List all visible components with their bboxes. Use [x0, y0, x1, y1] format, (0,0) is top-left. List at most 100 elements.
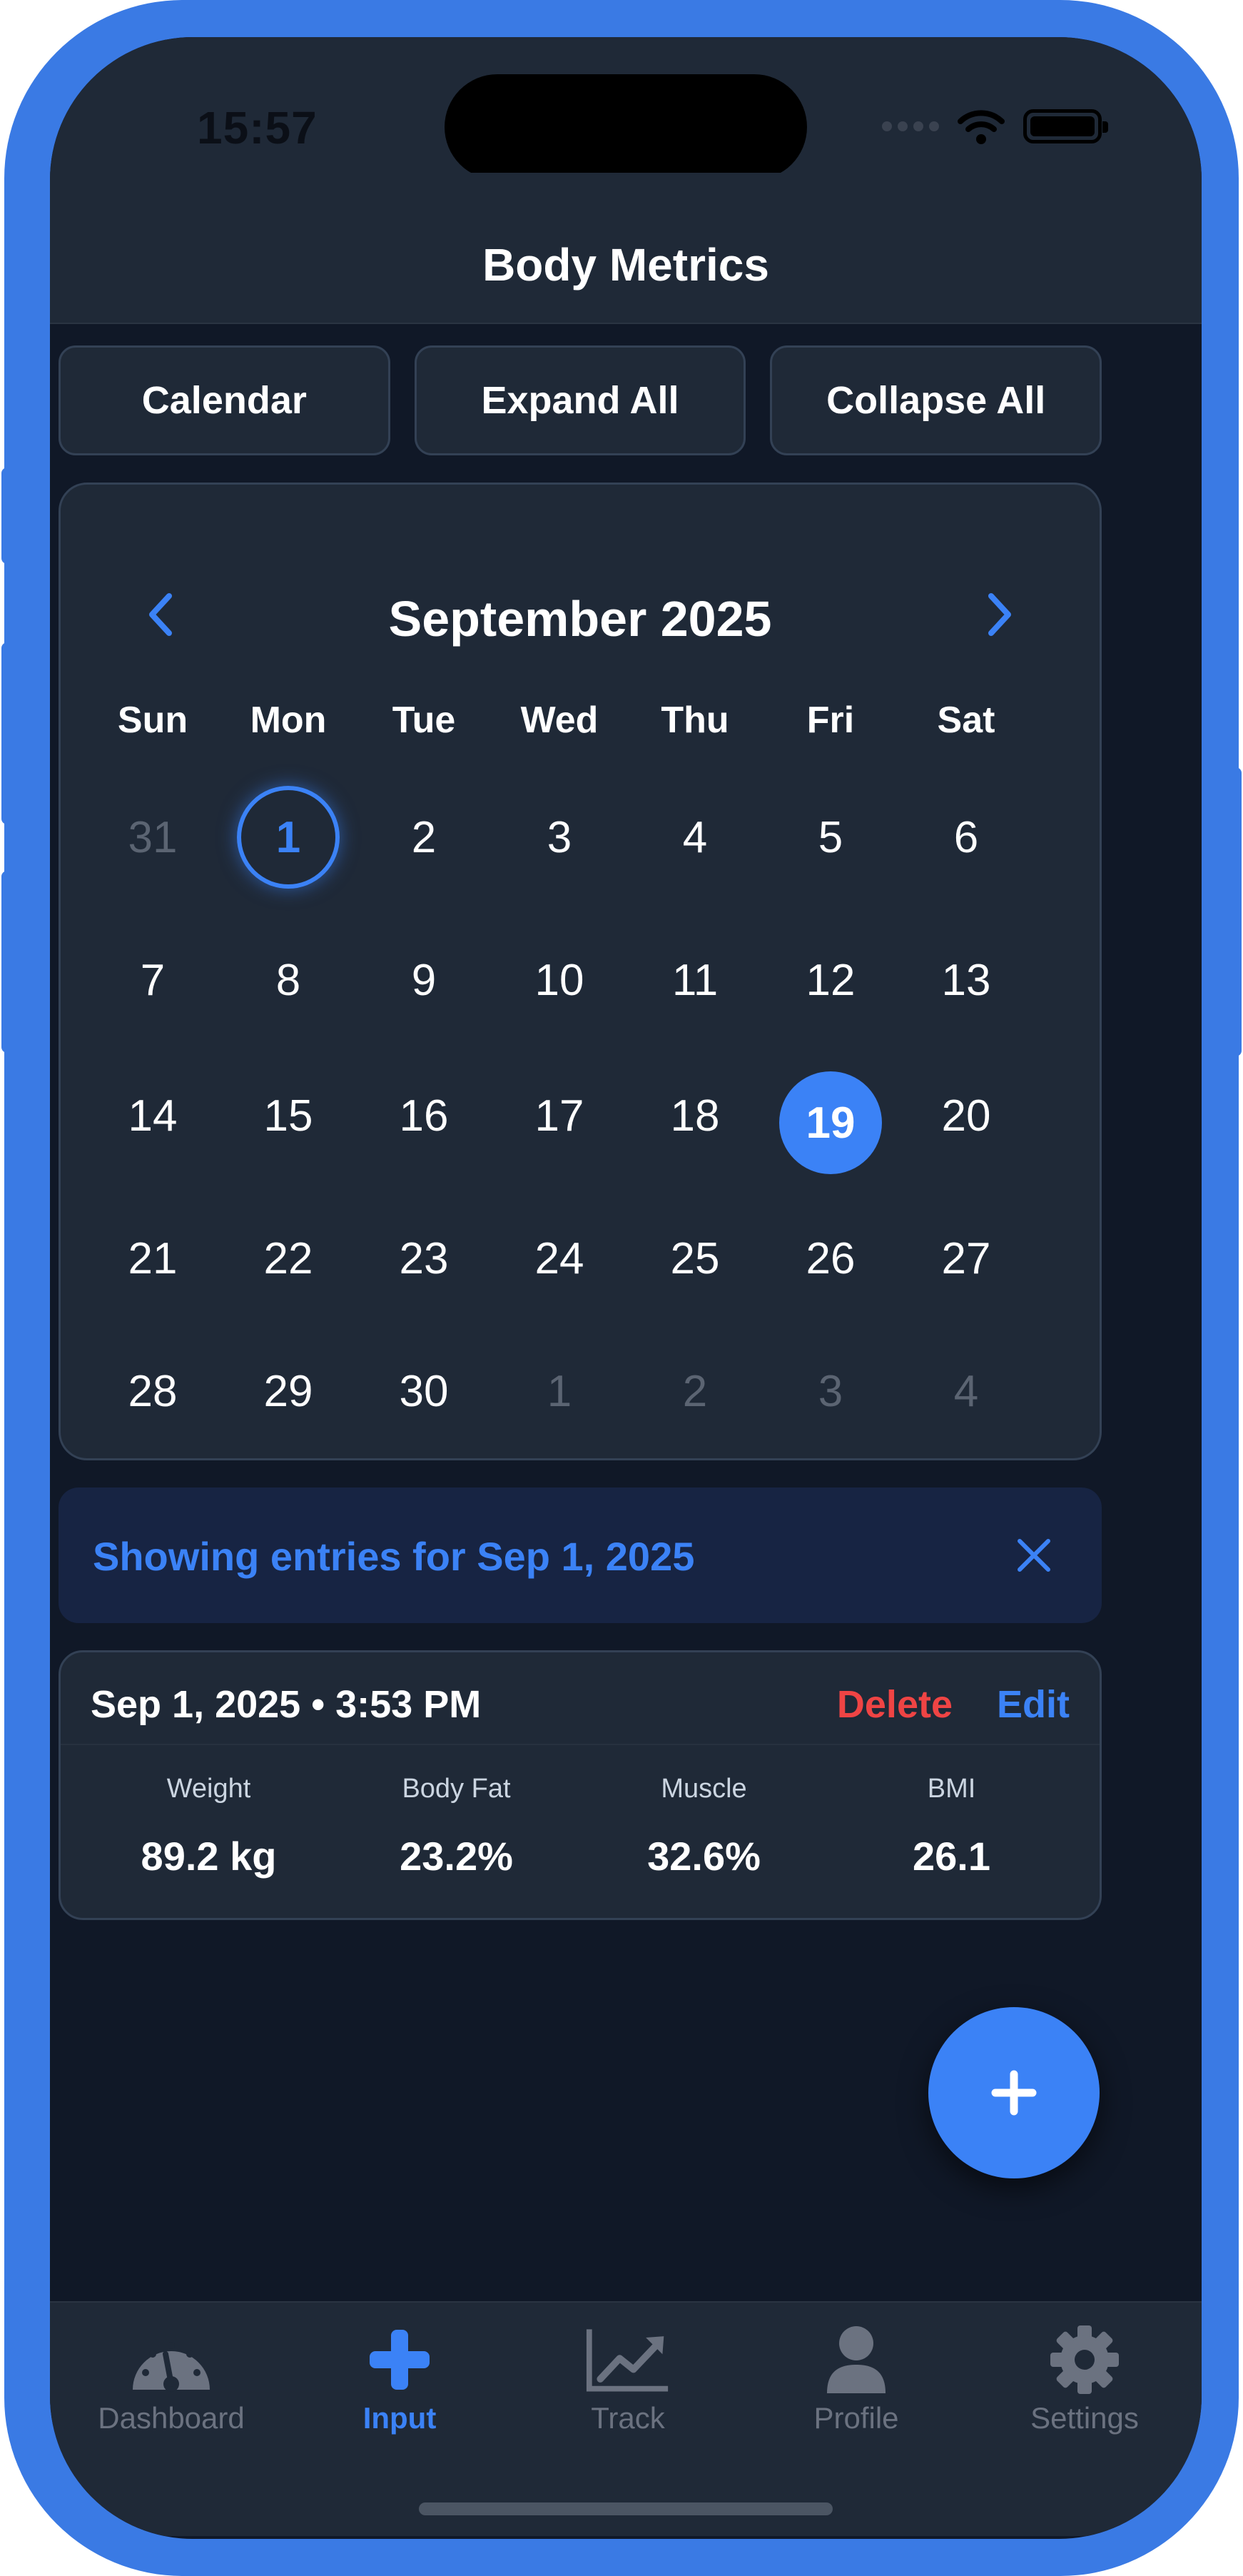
- calendar-day[interactable]: 10: [492, 934, 627, 1070]
- day-number: 8: [275, 955, 301, 1005]
- wifi-icon: [958, 110, 1005, 144]
- calendar-day[interactable]: 13: [898, 934, 1034, 1070]
- day-number: 20: [941, 1091, 991, 1141]
- tab-settings[interactable]: Settings: [978, 2324, 1192, 2435]
- entry-metrics: Weight 89.2 kg Body Fat 23.2% Muscle 32.…: [61, 1774, 1100, 1879]
- day-number: 25: [670, 1233, 720, 1283]
- calendar-day[interactable]: 11: [627, 934, 763, 1070]
- calendar-day[interactable]: 6: [898, 792, 1034, 934]
- calendar-card: September 2025 Sun Mon Tue Wed Thu Fri S…: [59, 483, 1102, 1460]
- expand-all-button[interactable]: Expand All: [414, 345, 746, 455]
- phone-volume-up-button: [1, 642, 13, 824]
- calendar-day[interactable]: 25: [627, 1213, 763, 1345]
- calendar-day-outside-month[interactable]: 2: [627, 1345, 763, 1488]
- metric-value: 26.1: [913, 1834, 990, 1879]
- calendar-month-title: September 2025: [388, 591, 772, 647]
- phone-frame: 15:57 Body Metrics Calendar Expand All C…: [1, 0, 1242, 2576]
- calendar-day[interactable]: 3: [492, 792, 627, 934]
- clear-filter-button[interactable]: [1003, 1525, 1065, 1586]
- weekday-label: Wed: [520, 699, 599, 741]
- calendar-day[interactable]: 28: [85, 1345, 220, 1488]
- user-icon: [813, 2324, 899, 2395]
- day-number: 18: [670, 1091, 720, 1141]
- tab-dashboard[interactable]: Dashboard: [64, 2324, 278, 2435]
- gauge-icon: [128, 2324, 214, 2395]
- day-number: 31: [128, 812, 178, 862]
- chart-line-icon: [585, 2324, 671, 2395]
- calendar-day[interactable]: 5: [763, 792, 898, 934]
- toolbar: Calendar Expand All Collapse All: [59, 345, 1102, 455]
- weekday-label: Sun: [117, 699, 188, 741]
- day-number: 23: [399, 1233, 449, 1283]
- metric-value: 89.2 kg: [141, 1834, 277, 1879]
- entry-datetime: Sep 1, 2025 • 3:53 PM: [91, 1683, 482, 1726]
- weekday-label: Mon: [250, 699, 327, 741]
- battery-icon: [1023, 109, 1108, 143]
- calendar-day[interactable]: 21: [85, 1213, 220, 1345]
- add-entry-fab[interactable]: [928, 2007, 1100, 2178]
- calendar-day[interactable]: 22: [220, 1213, 356, 1345]
- calendar-day[interactable]: 24: [492, 1213, 627, 1345]
- calendar-button[interactable]: Calendar: [59, 345, 390, 455]
- gear-icon: [1042, 2324, 1127, 2395]
- calendar-day[interactable]: 29: [220, 1345, 356, 1488]
- metric-weight: Weight 89.2 kg: [85, 1774, 333, 1879]
- cellular-signal-icon: [882, 121, 939, 131]
- calendar-day-selected[interactable]: 19: [763, 1070, 898, 1213]
- calendar-day-outside-month[interactable]: 4: [898, 1345, 1034, 1488]
- tab-label: Profile: [813, 2401, 899, 2435]
- calendar-day[interactable]: 26: [763, 1213, 898, 1345]
- day-number: 13: [941, 955, 991, 1005]
- plus-icon: [991, 2070, 1037, 2116]
- weekday-header: Sun Mon Tue Wed Thu Fri Sat: [85, 699, 1034, 742]
- day-number: 19: [779, 1071, 882, 1174]
- metric-label: Muscle: [661, 1774, 747, 1804]
- weekday-label: Fri: [806, 699, 855, 741]
- calendar-day[interactable]: 20: [898, 1070, 1034, 1213]
- day-number: 30: [399, 1366, 449, 1416]
- calendar-day[interactable]: 18: [627, 1070, 763, 1213]
- day-number: 22: [263, 1233, 313, 1283]
- calendar-day[interactable]: 2: [356, 792, 492, 934]
- calendar-day-outside-month[interactable]: 31: [85, 792, 220, 934]
- calendar-day[interactable]: 15: [220, 1070, 356, 1213]
- day-number: 6: [953, 812, 979, 862]
- calendar-day[interactable]: 27: [898, 1213, 1034, 1345]
- tab-input[interactable]: Input: [293, 2324, 507, 2435]
- day-number: 7: [140, 955, 166, 1005]
- calendar-day[interactable]: 16: [356, 1070, 492, 1213]
- calendar-day-outside-month[interactable]: 3: [763, 1345, 898, 1488]
- day-number: 27: [941, 1233, 991, 1283]
- chevron-right-icon: [988, 593, 1011, 636]
- tab-label: Input: [362, 2401, 437, 2435]
- tab-label: Track: [591, 2401, 665, 2435]
- calendar-day-today[interactable]: 1: [220, 786, 356, 934]
- day-number: 21: [128, 1233, 178, 1283]
- calendar-day[interactable]: 9: [356, 934, 492, 1070]
- metric-label: Body Fat: [402, 1774, 511, 1804]
- edit-entry-button[interactable]: Edit: [997, 1682, 1070, 1727]
- app-header: Body Metrics: [50, 173, 1202, 324]
- next-month-button[interactable]: [971, 586, 1028, 643]
- day-number: 2: [682, 1366, 708, 1416]
- calendar-day[interactable]: 7: [85, 934, 220, 1070]
- calendar-day-outside-month[interactable]: 1: [492, 1345, 627, 1488]
- day-number: 11: [671, 955, 719, 1005]
- calendar-day[interactable]: 4: [627, 792, 763, 934]
- calendar-day[interactable]: 17: [492, 1070, 627, 1213]
- metric-label: BMI: [927, 1774, 976, 1804]
- metric-body-fat: Body Fat 23.2%: [333, 1774, 580, 1879]
- dynamic-island: [445, 74, 807, 180]
- calendar-day[interactable]: 8: [220, 934, 356, 1070]
- collapse-all-button[interactable]: Collapse All: [770, 345, 1102, 455]
- calendar-day[interactable]: 30: [356, 1345, 492, 1488]
- day-number: 9: [411, 955, 437, 1005]
- delete-entry-button[interactable]: Delete: [837, 1682, 953, 1727]
- day-number: 4: [953, 1366, 979, 1416]
- calendar-day[interactable]: 23: [356, 1213, 492, 1345]
- calendar-day[interactable]: 12: [763, 934, 898, 1070]
- tab-profile[interactable]: Profile: [749, 2324, 963, 2435]
- calendar-day-grid: 31 1 2 3 4 5 6 7 8 9 10 11 12 13 14 15 1…: [85, 786, 1034, 1488]
- calendar-day[interactable]: 14: [85, 1070, 220, 1213]
- tab-track[interactable]: Track: [521, 2324, 735, 2435]
